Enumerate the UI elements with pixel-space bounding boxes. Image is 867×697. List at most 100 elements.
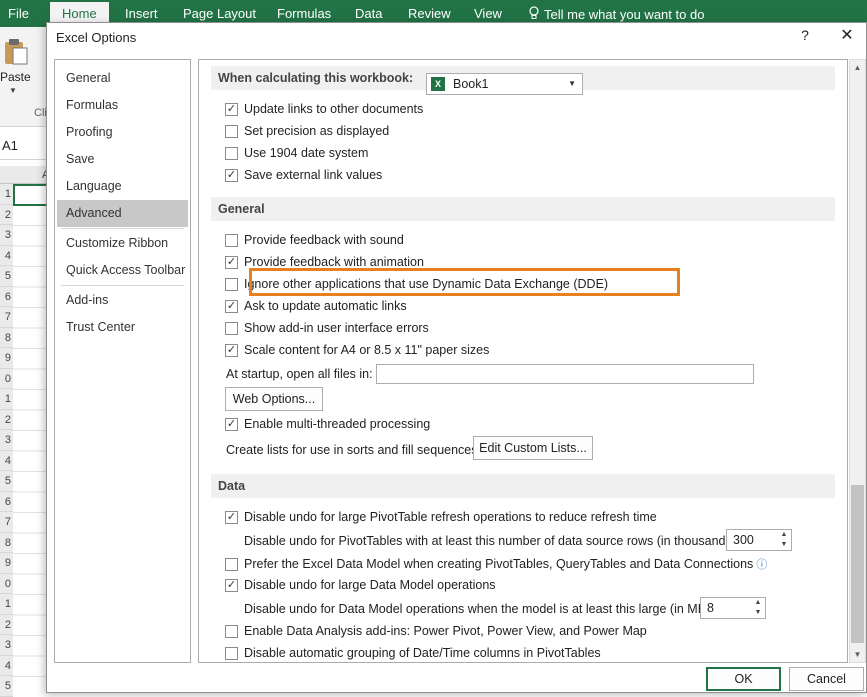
- checkbox[interactable]: [225, 646, 238, 660]
- row-header[interactable]: 3: [0, 635, 13, 656]
- checkbox[interactable]: [225, 233, 238, 247]
- scroll-up-icon[interactable]: ▲: [850, 60, 865, 75]
- row-header[interactable]: 2: [0, 614, 13, 635]
- nav-item-advanced[interactable]: Advanced: [57, 200, 188, 227]
- row-header[interactable]: 6: [0, 491, 13, 512]
- checkbox[interactable]: ✓: [225, 299, 238, 313]
- scroll-thumb[interactable]: [851, 485, 864, 643]
- option-feedback-animation[interactable]: ✓ Provide feedback with animation: [225, 255, 424, 269]
- checkbox[interactable]: ✓: [225, 168, 238, 182]
- row-header[interactable]: 0: [0, 573, 13, 594]
- ok-button[interactable]: OK: [706, 667, 781, 691]
- checkbox[interactable]: [225, 557, 238, 571]
- row-header[interactable]: 8: [0, 532, 13, 553]
- checkbox[interactable]: [225, 321, 238, 335]
- checkbox[interactable]: [225, 277, 238, 291]
- vertical-scrollbar[interactable]: ▲ ▼: [849, 59, 866, 663]
- row-header[interactable]: 1: [0, 389, 13, 410]
- row-header[interactable]: 3: [0, 225, 13, 246]
- option-disable-undo-pivot[interactable]: ✓ Disable undo for large PivotTable refre…: [225, 510, 657, 524]
- tab-page-layout[interactable]: Page Layout: [183, 6, 256, 21]
- row-header[interactable]: 1: [0, 594, 13, 615]
- cancel-button[interactable]: Cancel: [789, 667, 864, 691]
- startup-folder-input[interactable]: [376, 364, 754, 384]
- option-1904-date[interactable]: Use 1904 date system: [225, 146, 368, 160]
- checkbox[interactable]: ✓: [225, 255, 238, 269]
- row-header[interactable]: 4: [0, 245, 13, 266]
- row-header[interactable]: 7: [0, 512, 13, 533]
- option-label: Enable multi-threaded processing: [244, 417, 431, 431]
- checkbox[interactable]: ✓: [225, 343, 238, 357]
- cell-grid[interactable]: [13, 184, 47, 693]
- option-save-external-links[interactable]: ✓ Save external link values: [225, 168, 382, 182]
- row-header[interactable]: 7: [0, 307, 13, 328]
- spinner-arrows-icon[interactable]: ▲ ▼: [779, 530, 789, 550]
- option-disable-grouping[interactable]: Disable automatic grouping of Date/Time …: [225, 646, 601, 660]
- option-multithread[interactable]: ✓ Enable multi-threaded processing: [225, 417, 430, 431]
- row-header[interactable]: 9: [0, 553, 13, 574]
- nav-item-add-ins[interactable]: Add-ins: [55, 287, 190, 314]
- help-button[interactable]: ?: [797, 27, 813, 43]
- row-header[interactable]: 5: [0, 266, 13, 287]
- option-label: Enable Data Analysis add-ins: Power Pivo…: [244, 624, 647, 638]
- nav-item-proofing[interactable]: Proofing: [55, 119, 190, 146]
- paste-label[interactable]: Paste: [0, 70, 31, 84]
- row-header[interactable]: 1: [0, 184, 13, 205]
- info-icon[interactable]: ⓘ: [756, 556, 767, 572]
- web-options-button[interactable]: Web Options...: [225, 387, 323, 411]
- option-prefer-data-model[interactable]: Prefer the Excel Data Model when creatin…: [225, 556, 767, 572]
- chevron-down-icon[interactable]: ▼: [9, 86, 17, 95]
- nav-item-quick-access-toolbar[interactable]: Quick Access Toolbar: [55, 257, 190, 284]
- nav-item-general[interactable]: General: [55, 65, 190, 92]
- option-label: Ask to update automatic links: [244, 299, 407, 313]
- startup-label: At startup, open all files in:: [226, 367, 373, 381]
- row-header[interactable]: 5: [0, 676, 13, 697]
- spinner-arrows-icon[interactable]: ▲ ▼: [753, 598, 763, 618]
- row-header[interactable]: 2: [0, 409, 13, 430]
- option-set-precision[interactable]: Set precision as displayed: [225, 124, 389, 138]
- pivot-threshold-input[interactable]: 300 ▲ ▼: [726, 529, 792, 551]
- checkbox[interactable]: [225, 624, 238, 638]
- row-header[interactable]: 2: [0, 204, 13, 225]
- nav-item-formulas[interactable]: Formulas: [55, 92, 190, 119]
- tab-data[interactable]: Data: [355, 6, 382, 21]
- nav-item-language[interactable]: Language: [55, 173, 190, 200]
- option-disable-undo-model[interactable]: ✓ Disable undo for large Data Model opera…: [225, 578, 496, 592]
- checkbox[interactable]: ✓: [225, 510, 238, 524]
- model-threshold-input[interactable]: 8 ▲ ▼: [700, 597, 766, 619]
- checkbox[interactable]: [225, 146, 238, 160]
- option-ask-update-links[interactable]: ✓ Ask to update automatic links: [225, 299, 407, 313]
- tab-formulas[interactable]: Formulas: [277, 6, 331, 21]
- tab-review[interactable]: Review: [408, 6, 451, 21]
- option-update-links[interactable]: ✓ Update links to other documents: [225, 102, 423, 116]
- tab-file[interactable]: File: [8, 6, 29, 21]
- edit-custom-lists-button[interactable]: Edit Custom Lists...: [473, 436, 593, 460]
- tab-insert[interactable]: Insert: [125, 6, 158, 21]
- row-header[interactable]: 3: [0, 430, 13, 451]
- workbook-select[interactable]: X Book1 ▼: [426, 73, 583, 95]
- checkbox[interactable]: [225, 124, 238, 138]
- row-header[interactable]: 5: [0, 471, 13, 492]
- row-header[interactable]: 4: [0, 450, 13, 471]
- option-data-analysis-addins[interactable]: Enable Data Analysis add-ins: Power Pivo…: [225, 624, 647, 638]
- nav-item-save[interactable]: Save: [55, 146, 190, 173]
- option-feedback-sound[interactable]: Provide feedback with sound: [225, 233, 404, 247]
- row-header[interactable]: 0: [0, 368, 13, 389]
- nav-item-trust-center[interactable]: Trust Center: [55, 314, 190, 341]
- tell-me-search[interactable]: Tell me what you want to do: [528, 6, 704, 23]
- nav-item-customize-ribbon[interactable]: Customize Ribbon: [55, 230, 190, 257]
- row-header[interactable]: 6: [0, 286, 13, 307]
- row-header[interactable]: 4: [0, 655, 13, 676]
- row-header[interactable]: 9: [0, 348, 13, 369]
- paste-icon[interactable]: [4, 38, 28, 66]
- row-header[interactable]: 8: [0, 327, 13, 348]
- option-addin-errors[interactable]: Show add-in user interface errors: [225, 321, 429, 335]
- tab-view[interactable]: View: [474, 6, 502, 21]
- close-icon[interactable]: ✕: [837, 25, 857, 45]
- scroll-down-icon[interactable]: ▼: [850, 647, 865, 662]
- option-scale-content[interactable]: ✓ Scale content for A4 or 8.5 x 11" paper…: [225, 343, 489, 357]
- checkbox[interactable]: ✓: [225, 578, 238, 592]
- checkbox[interactable]: ✓: [225, 417, 238, 431]
- checkbox[interactable]: ✓: [225, 102, 238, 116]
- name-box[interactable]: A1: [2, 138, 18, 153]
